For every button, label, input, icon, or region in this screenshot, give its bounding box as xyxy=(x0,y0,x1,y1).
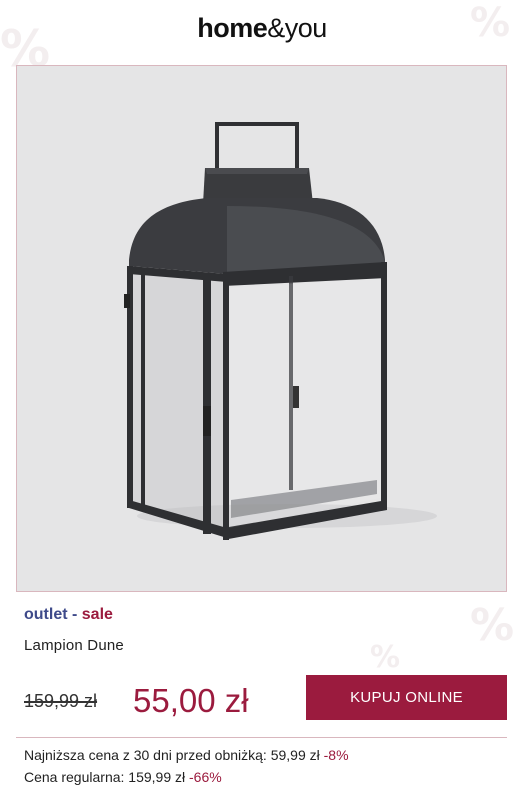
regular-price-info: Cena regularna: 159,99 zł -66% xyxy=(24,769,222,785)
product-name[interactable]: Lampion Dune xyxy=(24,637,124,654)
lowest-price-info: Najniższa cena z 30 dni przed obniżką: 5… xyxy=(24,747,349,763)
background-percent-icon: % xyxy=(370,640,401,675)
background-percent-icon: % xyxy=(470,600,515,651)
logo-text-you: &you xyxy=(267,12,327,43)
lantern-image xyxy=(124,122,437,540)
old-price: 159,99 zł xyxy=(24,691,98,711)
category-separator: - xyxy=(67,606,82,623)
regular-price-label: Cena regularna: 159,99 zł xyxy=(24,769,189,785)
brand-logo[interactable]: home&you xyxy=(197,13,327,44)
site-header: home&you xyxy=(0,0,524,64)
product-image[interactable] xyxy=(16,65,507,592)
category-sale: sale xyxy=(81,606,113,623)
sale-price: 55,00 zł xyxy=(133,682,249,719)
lowest-price-discount: -8% xyxy=(323,747,349,763)
logo-text-home: home xyxy=(197,12,268,43)
buy-online-button[interactable]: KUPUJ ONLINE xyxy=(306,675,507,720)
product-category[interactable]: outlet - sale xyxy=(24,606,113,624)
regular-price-discount: -66% xyxy=(189,769,222,785)
divider xyxy=(16,737,507,738)
category-outlet: outlet xyxy=(24,606,68,623)
lowest-price-label: Najniższa cena z 30 dni przed obniżką: 5… xyxy=(24,747,324,763)
